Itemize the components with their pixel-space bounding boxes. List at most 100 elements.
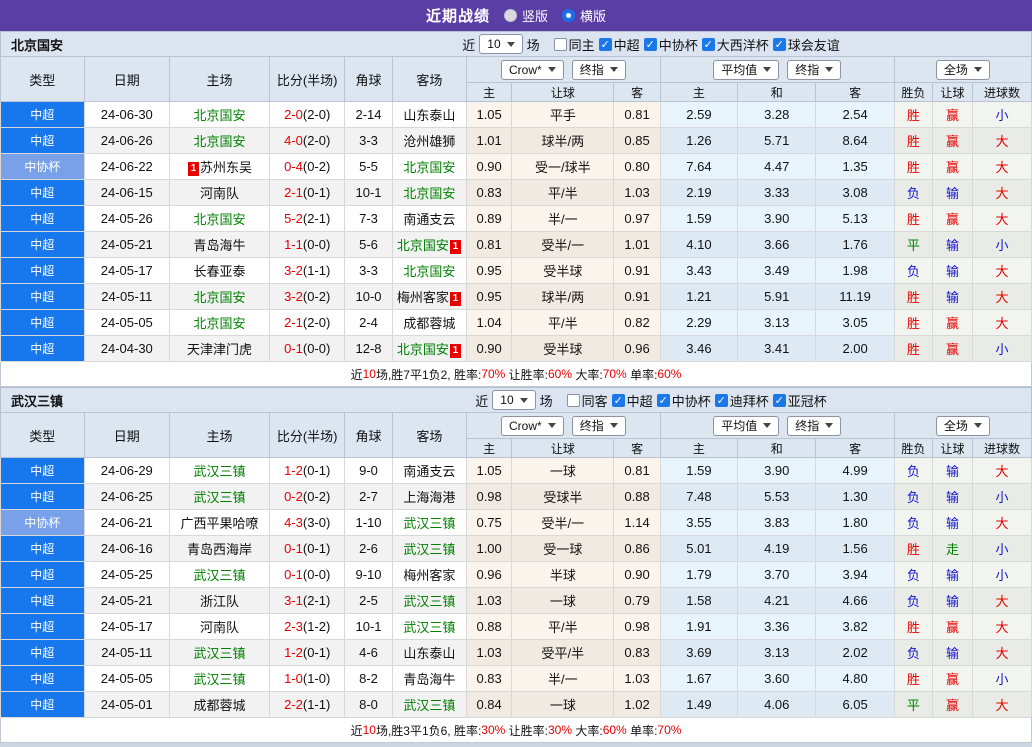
halftime-score: (0-1) <box>302 185 331 200</box>
avg-home-cell: 1.59 <box>659 457 739 484</box>
league-filter[interactable]: ✓ 亚冠杯 <box>772 391 827 410</box>
league-filter[interactable]: ✓ 迪拜杯 <box>714 391 769 410</box>
match-count-select[interactable]: 10 <box>479 34 523 54</box>
away-team-name: 武汉三镇 <box>403 516 456 531</box>
fulltime-select[interactable]: 全场 <box>935 415 990 436</box>
away-team-name: 梅州客家 <box>403 568 456 583</box>
score-cell: 2-2(1-1) <box>269 691 346 718</box>
date-cell: 24-06-22 <box>83 153 171 180</box>
avg-away-cell: 4.80 <box>815 665 895 692</box>
away-team-name: 武汉三镇 <box>403 620 456 635</box>
checkbox-icon[interactable]: ✓ <box>656 393 670 407</box>
corner-cell: 7-3 <box>344 205 393 232</box>
result-cell: 胜 <box>893 613 933 640</box>
odds-stage-select-value: 终指 <box>579 63 604 77</box>
filters-bar: 近 10 场同主 ✓ 中超 ✓ 中协杯 ✓ 大西洋杯 ✓ 球会友谊 <box>281 34 1021 54</box>
checkbox-icon[interactable]: ✓ <box>701 37 715 51</box>
home-team-name: 北京国安 <box>193 316 246 331</box>
score-cell: 2-0(2-0) <box>269 101 346 128</box>
col-corner: 角球 <box>344 412 393 458</box>
home-team-cell: 北京国安 <box>169 101 271 128</box>
home-team-name: 广西平果哈嘹 <box>180 516 259 531</box>
corner-cell: 2-6 <box>344 535 393 562</box>
match-row: 中超 24-05-25 武汉三镇 0-1(0-0) 9-10 梅州客家 0.96 半球 0.90… <box>0 561 1032 588</box>
avg-away-cell: 2.02 <box>815 639 895 666</box>
same-venue-filter[interactable]: 同主 <box>553 35 595 54</box>
summary-stat-value: 60% <box>548 367 573 381</box>
handicap-result-cell: 赢 <box>931 665 974 692</box>
average-stage-select[interactable]: 终指 <box>787 59 842 80</box>
average-select[interactable]: 平均值 <box>713 59 780 80</box>
league-filter[interactable]: ✓ 中超 <box>598 35 640 54</box>
league-filter[interactable]: ✓ 球会友谊 <box>772 35 840 54</box>
fulltime-select[interactable]: 全场 <box>935 59 990 80</box>
average-stage-select[interactable]: 终指 <box>787 415 842 436</box>
radio-icon[interactable] <box>503 9 517 22</box>
radio-icon[interactable] <box>562 9 575 22</box>
checkbox-icon[interactable] <box>553 37 567 51</box>
league-filter-label: 中协杯 <box>658 37 698 53</box>
col-handicap: 让球 <box>511 82 615 102</box>
home-team-cell: 北京国安 <box>169 205 271 232</box>
match-count-select[interactable]: 10 <box>492 390 536 410</box>
avg-away-cell: 1.76 <box>815 231 895 258</box>
away-team-name: 梅州客家 <box>396 290 449 305</box>
halftime-score: (0-0) <box>302 237 331 252</box>
checkbox-icon[interactable]: ✓ <box>611 393 625 407</box>
checkbox-icon[interactable]: ✓ <box>714 393 728 407</box>
league-filter[interactable]: ✓ 中协杯 <box>643 35 698 54</box>
away-team-name: 武汉三镇 <box>403 698 456 713</box>
same-venue-filter[interactable]: 同客 <box>566 391 608 410</box>
checkbox-icon[interactable] <box>566 393 580 407</box>
result-cell: 平 <box>893 691 933 718</box>
col-avg-draw: 和 <box>737 438 817 458</box>
date-cell: 24-05-05 <box>83 665 171 692</box>
date-cell: 24-05-17 <box>83 257 171 284</box>
bookmaker-select[interactable]: Crow* <box>501 59 564 80</box>
handicap-result-cell: 赢 <box>931 613 974 640</box>
average-select[interactable]: 平均值 <box>713 415 780 436</box>
fulltime-score: 1-0 <box>284 671 303 686</box>
league-filter[interactable]: ✓ 大西洋杯 <box>701 35 769 54</box>
checkbox-icon[interactable]: ✓ <box>772 37 786 51</box>
corner-cell: 2-4 <box>344 309 393 336</box>
summary-stat-value: 10 <box>362 367 376 381</box>
away-team-name: 南通支云 <box>403 212 456 227</box>
result-group: 全场 <box>893 412 1032 439</box>
away-team-cell: 武汉三镇 <box>391 691 467 718</box>
league-filter-label: 迪拜杯 <box>729 393 769 409</box>
bookmaker-select[interactable]: Crow* <box>501 415 564 436</box>
halftime-score: (1-1) <box>302 263 331 278</box>
league-filter[interactable]: ✓ 中协杯 <box>656 391 711 410</box>
layout-radio-vertical[interactable]: 竖版 <box>503 6 548 25</box>
col-type: 类型 <box>0 56 85 102</box>
league-badge: 中超 <box>0 127 85 154</box>
league-filter[interactable]: ✓ 中超 <box>611 391 653 410</box>
col-goals: 进球数 <box>972 438 1032 458</box>
halftime-score: (1-0) <box>302 671 331 686</box>
away-team-name: 山东泰山 <box>403 646 456 661</box>
home-team-name: 长春亚泰 <box>193 264 246 279</box>
home-team-cell: 天津津门虎 <box>169 335 271 362</box>
corner-cell: 10-0 <box>344 283 393 310</box>
fulltime-score: 4-3 <box>284 515 303 530</box>
checkbox-icon[interactable]: ✓ <box>772 393 786 407</box>
handicap-cell: 半/一 <box>511 205 615 232</box>
avg-draw-cell: 5.71 <box>737 127 817 154</box>
odds-stage-select[interactable]: 终指 <box>571 59 626 80</box>
layout-radio-horizontal[interactable]: 横版 <box>562 6 606 25</box>
halftime-score: (0-2) <box>302 159 331 174</box>
goals-cell: 小 <box>972 335 1032 362</box>
score-cell: 1-0(1-0) <box>269 665 346 692</box>
fulltime-select-value: 全场 <box>943 419 968 433</box>
result-cell: 负 <box>893 179 933 206</box>
home-odds-cell: 1.04 <box>465 309 513 336</box>
halftime-score: (0-1) <box>302 645 331 660</box>
corner-cell: 2-14 <box>344 101 393 128</box>
checkbox-icon[interactable]: ✓ <box>643 37 657 51</box>
date-cell: 24-05-21 <box>83 587 171 614</box>
odds-stage-select[interactable]: 终指 <box>571 415 626 436</box>
away-team-name: 北京国安 <box>403 264 456 279</box>
checkbox-icon[interactable]: ✓ <box>598 37 612 51</box>
radio-vertical-label: 竖版 <box>521 9 548 24</box>
